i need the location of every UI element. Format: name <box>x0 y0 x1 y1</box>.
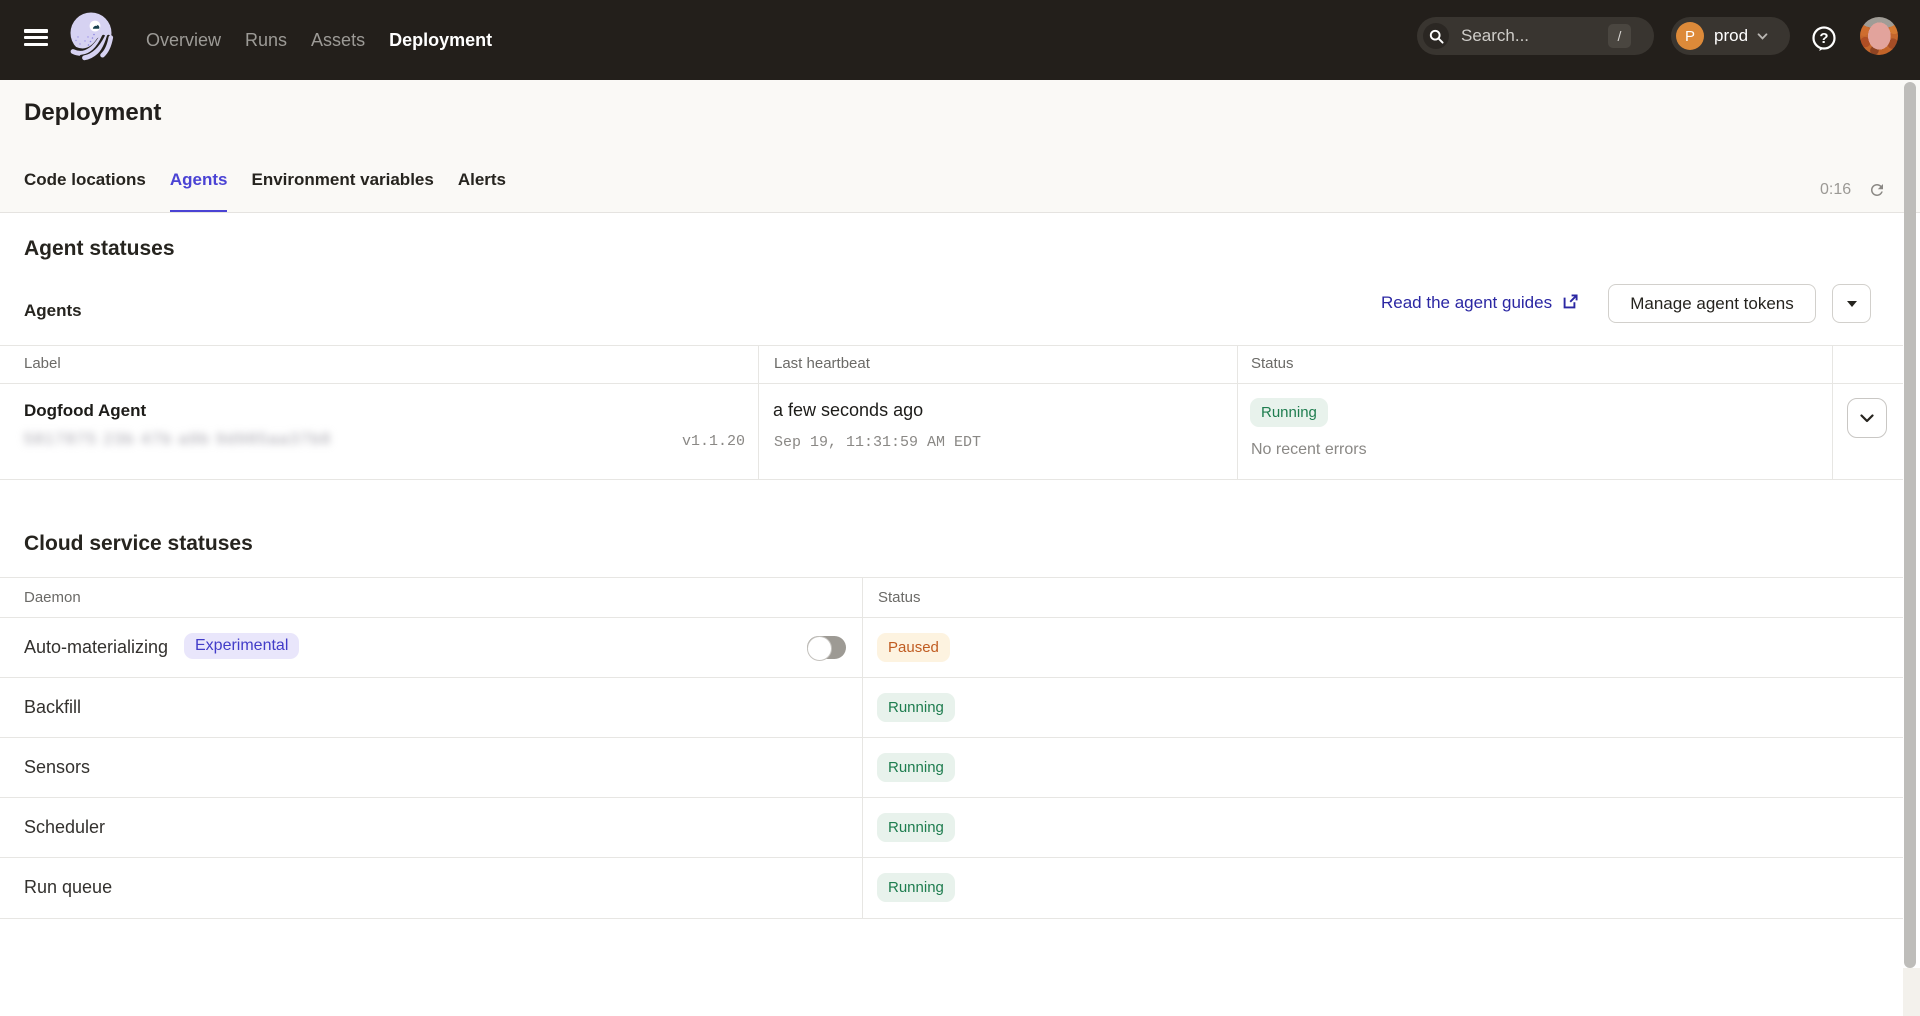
svg-text:?: ? <box>1819 30 1828 47</box>
